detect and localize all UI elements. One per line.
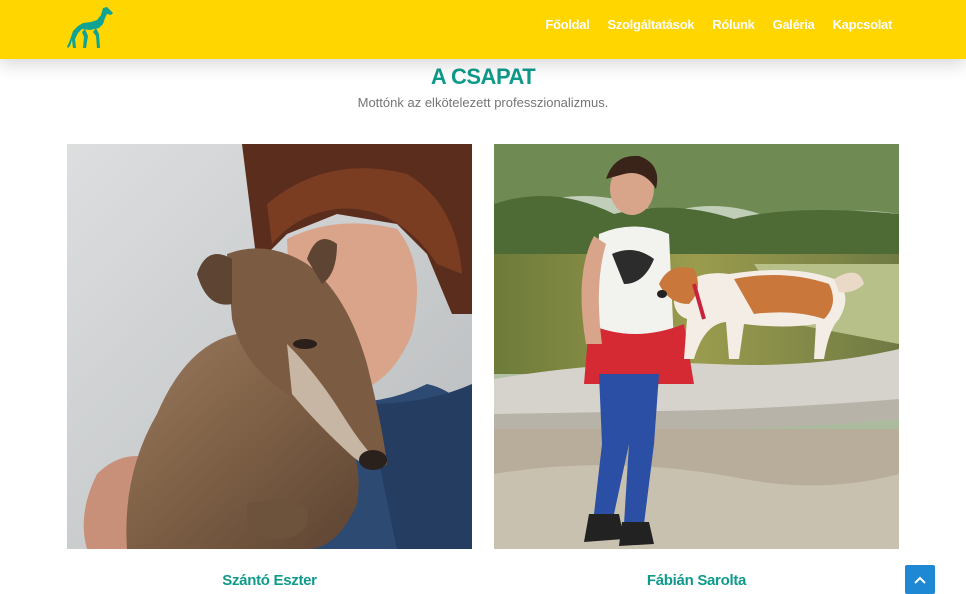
back-to-top-button[interactable] (905, 565, 935, 594)
section-title: A CSAPAT (430, 64, 536, 89)
team-member-name: Szántó Eszter (222, 572, 317, 589)
nav-link-services[interactable]: Szolgáltatások (607, 17, 694, 32)
nav-link-contact[interactable]: Kapcsolat (833, 17, 893, 32)
team-member-photo (494, 144, 899, 549)
team-member-photo (67, 144, 472, 549)
section-subtitle: Mottónk az elkötelezett professzionalizm… (357, 95, 609, 110)
greyhound-logo-icon[interactable] (66, 6, 114, 50)
chevron-up-icon (914, 576, 926, 584)
nav-link-about[interactable]: Rólunk (712, 17, 755, 32)
main-nav: Főoldal Szolgáltatások Rólunk Galéria Ka… (545, 17, 892, 32)
team-member-name: Fábián Sarolta (646, 572, 747, 589)
nav-link-home[interactable]: Főoldal (545, 17, 589, 32)
site-header: Főoldal Szolgáltatások Rólunk Galéria Ka… (0, 0, 966, 59)
nav-link-gallery[interactable]: Galéria (773, 17, 815, 32)
